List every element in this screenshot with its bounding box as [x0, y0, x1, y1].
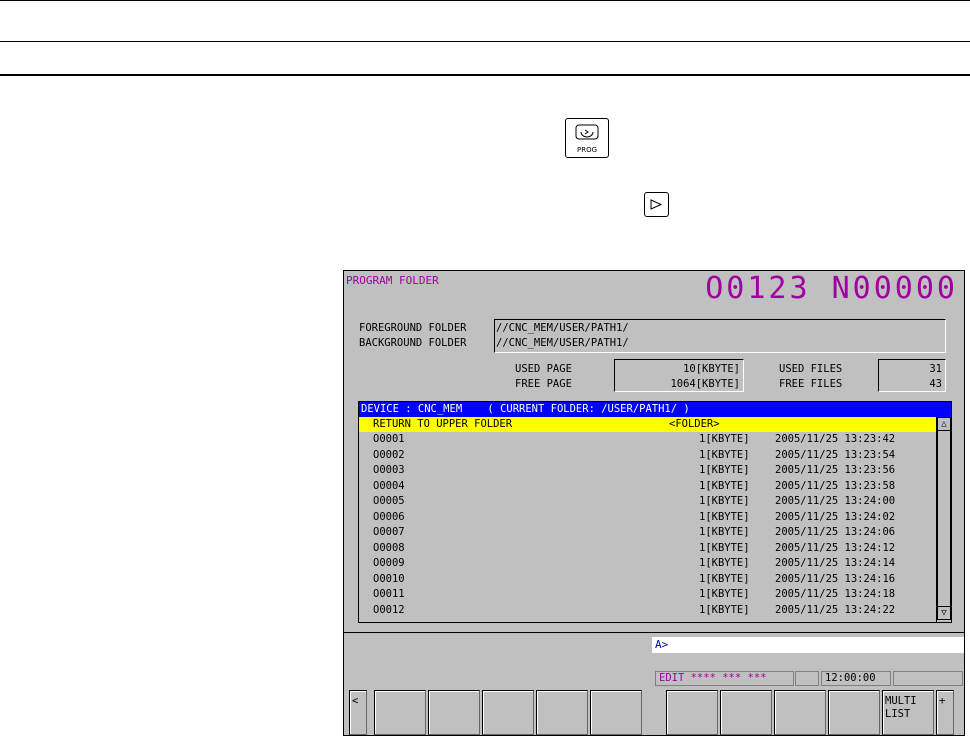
file-date: 2005/11/25 13:24:12: [775, 541, 896, 554]
prog-icon: PROG: [575, 124, 599, 154]
softkey-left-arrow[interactable]: <: [349, 690, 367, 735]
file-row[interactable]: O0006 1[KBYTE] 2005/11/25 13:24:02: [359, 510, 936, 525]
file-size: 1[KBYTE]: [699, 557, 750, 569]
status-blank-2: [893, 671, 963, 686]
file-size: 1[KBYTE]: [699, 464, 750, 476]
scrollbar[interactable]: △ ▽: [936, 417, 951, 622]
free-page-value: 1064[KBYTE]: [670, 378, 740, 390]
top-rule: [0, 0, 970, 1]
key-input-separator: [344, 632, 964, 633]
file-name: O0010: [373, 572, 405, 585]
next-key[interactable]: [644, 192, 669, 217]
file-row[interactable]: O0004 1[KBYTE] 2005/11/25 13:23:58: [359, 479, 936, 494]
softkey-right-plus[interactable]: +: [936, 690, 954, 735]
file-size: 1[KBYTE]: [699, 541, 750, 554]
file-size: 1[KBYTE]: [699, 495, 750, 507]
file-row[interactable]: O0012 1[KBYTE] 2005/11/25 13:24:22: [359, 603, 936, 618]
scroll-up-arrow-icon[interactable]: △: [937, 417, 951, 431]
scroll-track[interactable]: [937, 431, 951, 606]
triangle-right-icon: [650, 199, 663, 210]
file-name: O0004: [373, 479, 405, 492]
file-size: 1[KBYTE]: [699, 448, 750, 461]
softkey-1[interactable]: [374, 690, 426, 735]
free-files-value: 43: [929, 378, 942, 390]
softkey-4[interactable]: [536, 690, 588, 735]
return-upper-folder-row[interactable]: RETURN TO UPPER FOLDER <FOLDER>: [359, 417, 936, 432]
file-size: 1[KBYTE]: [699, 479, 750, 492]
file-name: O0001: [373, 433, 405, 445]
file-date: 2005/11/25 13:24:18: [775, 588, 896, 600]
file-date: 2005/11/25 13:24:00: [775, 495, 896, 507]
file-list: DEVICE : CNC_MEM ( CURRENT FOLDER: /USER…: [358, 401, 952, 623]
file-row[interactable]: O0011 1[KBYTE] 2005/11/25 13:24:18: [359, 587, 936, 602]
clock: 12:00:00: [821, 671, 891, 686]
file-name: O0003: [373, 464, 405, 476]
file-name: O0007: [373, 526, 405, 538]
softkey-6[interactable]: [666, 690, 718, 735]
file-date: 2005/11/25 13:23:54: [775, 448, 896, 461]
file-name: O0002: [373, 448, 405, 461]
file-row[interactable]: O0009 1[KBYTE] 2005/11/25 13:24:14: [359, 556, 936, 571]
file-row[interactable]: O0003 1[KBYTE] 2005/11/25 13:23:56: [359, 463, 936, 478]
used-page-label: USED PAGE: [515, 363, 572, 375]
file-name: O0012: [373, 603, 405, 616]
free-page-label: FREE PAGE: [515, 378, 572, 390]
file-row[interactable]: O0010 1[KBYTE] 2005/11/25 13:24:16: [359, 572, 936, 587]
file-size: 1[KBYTE]: [699, 572, 750, 585]
softkey-3[interactable]: [482, 690, 534, 735]
background-folder-value: //CNC_MEM/USER/PATH1/: [496, 337, 629, 349]
file-name: O0009: [373, 557, 405, 569]
file-date: 2005/11/25 13:24:06: [775, 526, 896, 538]
used-files-value: 31: [929, 363, 942, 375]
file-row[interactable]: O0007 1[KBYTE] 2005/11/25 13:24:06: [359, 525, 936, 540]
used-page-value: 10[KBYTE]: [683, 363, 740, 375]
prog-key[interactable]: PROG: [565, 118, 609, 158]
prog-key-label: PROG: [577, 146, 597, 154]
softkey-2[interactable]: [428, 690, 480, 735]
file-size: 1[KBYTE]: [699, 526, 750, 538]
file-name: O0005: [373, 495, 405, 507]
file-size: 1[KBYTE]: [699, 588, 750, 600]
softkey-8[interactable]: [774, 690, 826, 735]
return-upper-folder-label: RETURN TO UPPER FOLDER: [373, 418, 513, 430]
program-number: O0123 N00000: [705, 271, 958, 306]
used-files-label: USED FILES: [779, 363, 843, 375]
file-row[interactable]: O0005 1[KBYTE] 2005/11/25 13:24:00: [359, 494, 936, 509]
softkey-7[interactable]: [720, 690, 772, 735]
file-size: 1[KBYTE]: [699, 603, 750, 616]
header-rule: [0, 41, 970, 42]
file-date: 2005/11/25 13:24:16: [775, 572, 896, 585]
file-date: 2005/11/25 13:23:42: [775, 433, 896, 445]
file-size: 1[KBYTE]: [699, 510, 750, 523]
file-row[interactable]: O0008 1[KBYTE] 2005/11/25 13:24:12: [359, 541, 936, 556]
file-name: O0011: [373, 588, 405, 600]
softkey-5[interactable]: [590, 690, 642, 735]
scroll-down-arrow-icon[interactable]: ▽: [937, 606, 951, 620]
free-files-label: FREE FILES: [779, 378, 843, 390]
file-row[interactable]: O0001 1[KBYTE] 2005/11/25 13:23:42: [359, 432, 936, 447]
file-row[interactable]: O0002 1[KBYTE] 2005/11/25 13:23:54: [359, 448, 936, 463]
file-date: 2005/11/25 13:24:02: [775, 510, 896, 523]
file-date: 2005/11/25 13:23:58: [775, 479, 896, 492]
softkey-bar: < MULTI LIST +: [346, 690, 962, 735]
cnc-screen: PROGRAM FOLDER O0123 N00000 FOREGROUND F…: [343, 270, 965, 736]
mode-status: EDIT **** *** ***: [655, 671, 794, 686]
key-input-line[interactable]: A>: [652, 637, 964, 653]
file-name: O0006: [373, 510, 405, 523]
folder-type: <FOLDER>: [669, 418, 720, 430]
list-header: DEVICE : CNC_MEM ( CURRENT FOLDER: /USER…: [359, 402, 951, 417]
file-date: 2005/11/25 13:24:22: [775, 603, 896, 616]
file-date: 2005/11/25 13:23:56: [775, 464, 896, 476]
status-blank-1: [795, 671, 819, 686]
foreground-folder-value: //CNC_MEM/USER/PATH1/: [496, 322, 629, 334]
screen-title: PROGRAM FOLDER: [346, 274, 439, 287]
file-size: 1[KBYTE]: [699, 433, 750, 445]
file-date: 2005/11/25 13:24:14: [775, 557, 896, 569]
file-name: O0008: [373, 541, 405, 554]
foreground-folder-label: FOREGROUND FOLDER: [359, 322, 467, 334]
section-rule: [0, 74, 970, 76]
softkey-multi-list[interactable]: MULTI LIST: [882, 690, 934, 735]
softkey-9[interactable]: [828, 690, 880, 735]
background-folder-label: BACKGROUND FOLDER: [359, 337, 467, 349]
